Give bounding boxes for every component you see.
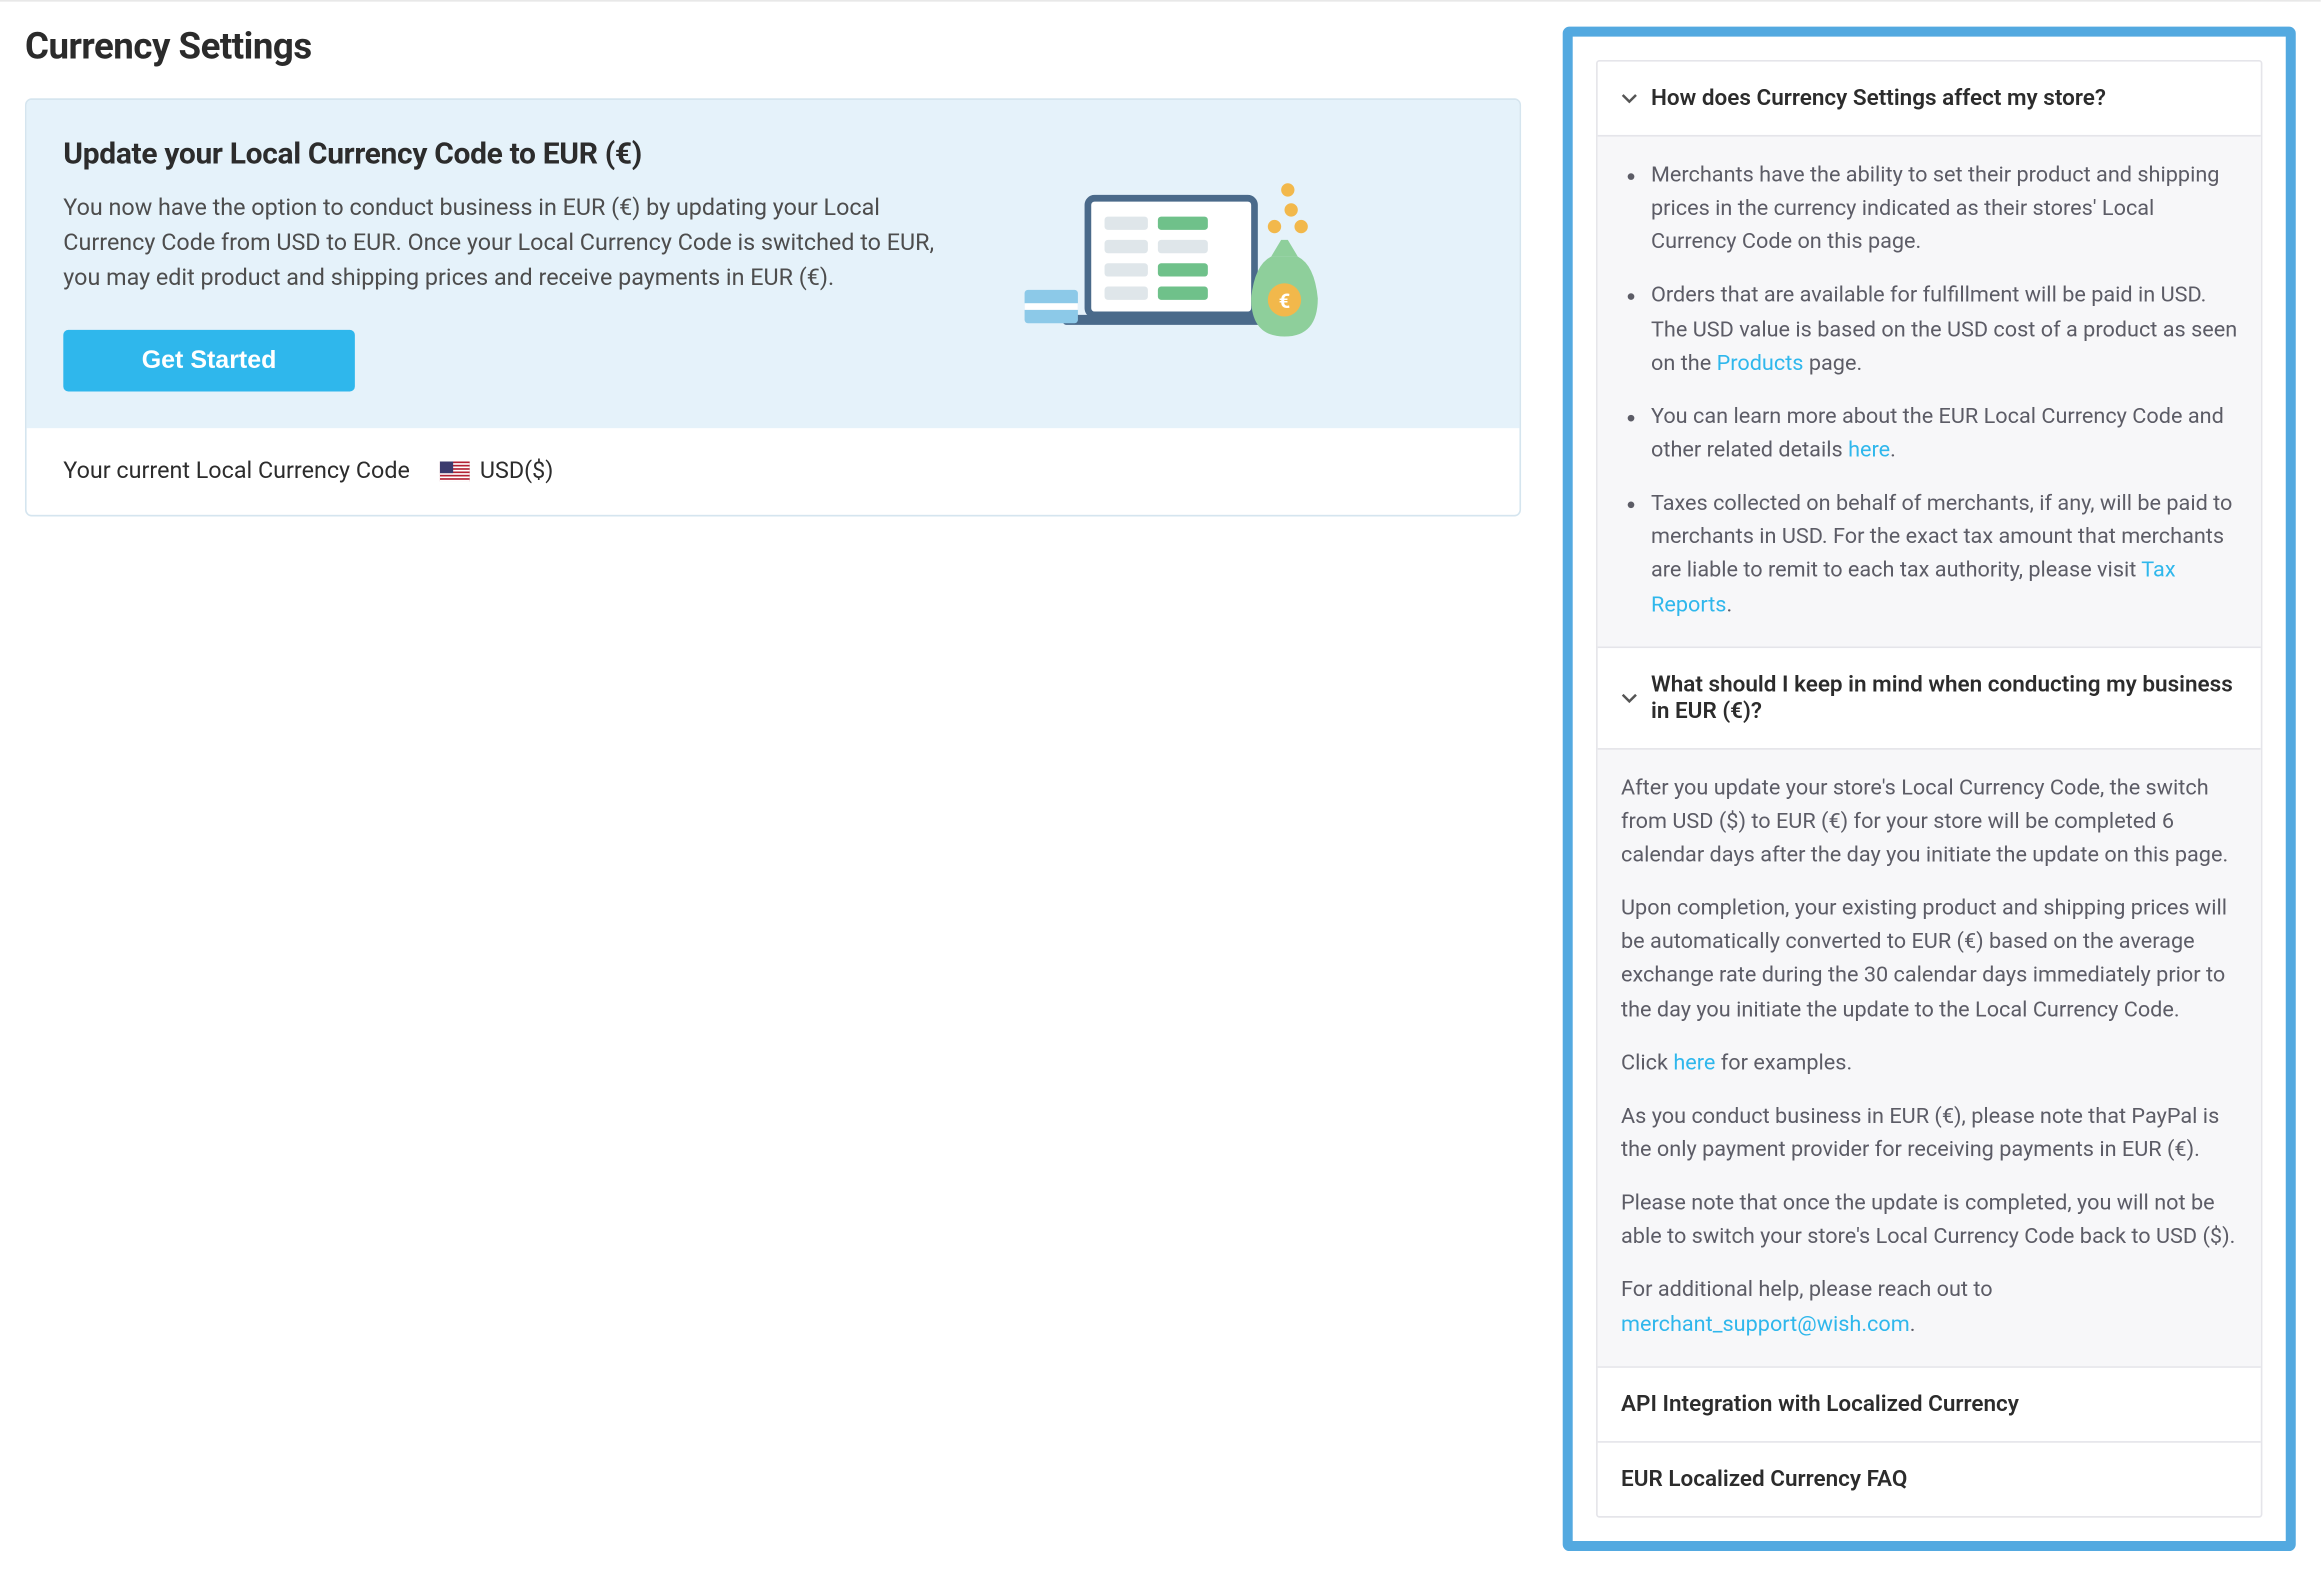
faq-q1-bullet3: You can learn more about the EUR Local C…	[1651, 401, 2237, 468]
faq-q4-header[interactable]: EUR Localized Currency FAQ	[1598, 1442, 2261, 1515]
products-link[interactable]: Products	[1717, 351, 1804, 376]
current-currency-label: Your current Local Currency Code	[63, 458, 410, 485]
faq-q1-title: How does Currency Settings affect my sto…	[1651, 85, 2106, 112]
faq-q2-p4: As you conduct business in EUR (€), plea…	[1621, 1101, 2237, 1168]
update-card-title: Update your Local Currency Code to EUR (…	[63, 137, 963, 172]
current-currency-value: USD($)	[440, 458, 553, 485]
update-card-description: You now have the option to conduct busin…	[63, 192, 963, 297]
faq-q2-p1: After you update your store's Local Curr…	[1621, 773, 2237, 874]
faq-q1-bullet2: Orders that are available for fulfillmen…	[1651, 281, 2237, 382]
faq-q3-header[interactable]: API Integration with Localized Currency	[1598, 1367, 2261, 1440]
merchant-support-email-link[interactable]: merchant_support@wish.com	[1621, 1312, 1910, 1337]
chevron-down-icon	[1621, 90, 1638, 107]
faq-panel: How does Currency Settings affect my sto…	[1563, 27, 2296, 1551]
faq-q1-header[interactable]: How does Currency Settings affect my sto…	[1598, 62, 2261, 135]
faq-q2-body: After you update your store's Local Curr…	[1598, 748, 2261, 1366]
svg-text:€: €	[1279, 288, 1290, 312]
faq-q1-bullet4: Taxes collected on behalf of merchants, …	[1651, 488, 2237, 622]
faq-q1-body: Merchants have the ability to set their …	[1598, 135, 2261, 646]
faq-q2-header[interactable]: What should I keep in mind when conducti…	[1598, 648, 2261, 748]
page-title: Currency Settings	[25, 27, 1521, 69]
faq-q2-p6: For additional help, please reach out to…	[1621, 1275, 2237, 1342]
currency-illustration: €	[1013, 137, 1330, 392]
faq-q2-p2: Upon completion, your existing product a…	[1621, 893, 2237, 1027]
details-here-link[interactable]: here	[1848, 438, 1890, 463]
us-flag-icon	[440, 462, 470, 482]
faq-q3-title: API Integration with Localized Currency	[1621, 1391, 2019, 1418]
faq-q2-p3: Click here for examples.	[1621, 1047, 2237, 1081]
faq-q4-title: EUR Localized Currency FAQ	[1621, 1466, 1907, 1493]
faq-q2-title: What should I keep in mind when conducti…	[1651, 671, 2237, 724]
update-currency-card: Update your Local Currency Code to EUR (…	[25, 98, 1521, 516]
chevron-down-icon	[1621, 689, 1638, 706]
faq-q1-bullet1: Merchants have the ability to set their …	[1651, 160, 2237, 261]
get-started-button[interactable]: Get Started	[63, 330, 355, 392]
faq-q2-p5: Please note that once the update is comp…	[1621, 1188, 2237, 1255]
examples-here-link[interactable]: here	[1673, 1051, 1715, 1076]
